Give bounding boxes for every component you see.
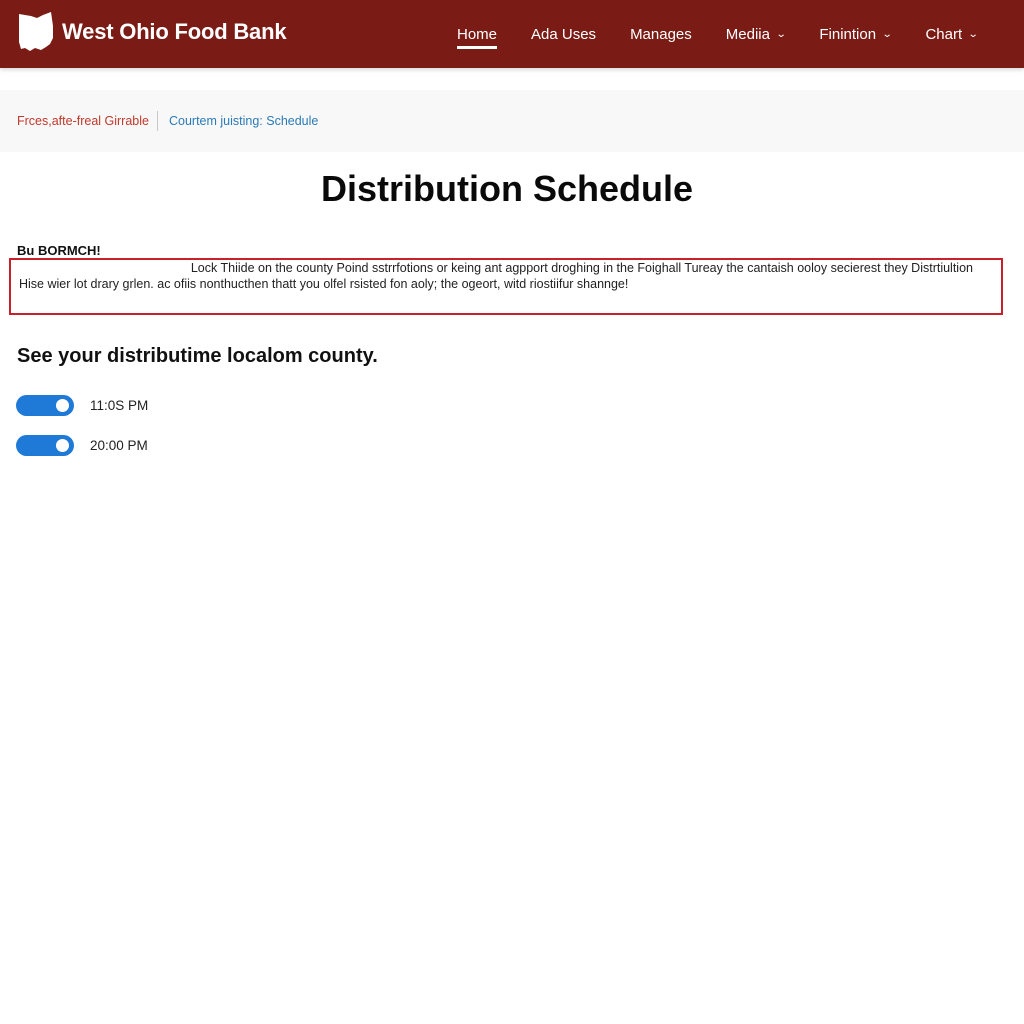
- page-title: Distribution Schedule: [320, 168, 694, 209]
- nav-item-label: Ada Uses: [531, 25, 597, 43]
- toggle-time-label: 11:0S PM: [90, 398, 149, 413]
- top-navigation-bar: West Ohio Food Bank Home Ada Uses Manage…: [0, 0, 1024, 68]
- nav-item-label: Finintion: [819, 25, 877, 43]
- nav-item-home[interactable]: Home: [440, 0, 514, 68]
- notice-text-line-1: Lock Thiide on the county Poind sstrrfot…: [190, 261, 973, 275]
- breadcrumb: Frces,afte-freal Girrable Courtem juisti…: [0, 90, 1024, 152]
- brand-name: West Ohio Food Bank: [62, 19, 287, 44]
- nav-item-finintion[interactable]: Finintion ⌄: [802, 0, 908, 68]
- nav-item-chart[interactable]: Chart ⌄: [908, 0, 994, 68]
- section-heading: See your distributime localom county.: [17, 345, 378, 367]
- chevron-down-icon: ⌄: [775, 28, 787, 40]
- nav-item-label: Manages: [630, 25, 692, 43]
- breadcrumb-link-left[interactable]: Frces,afte-freal Girrable: [17, 114, 149, 128]
- main-nav: Home Ada Uses Manages Mediia ⌄ Finintion…: [440, 0, 995, 68]
- ohio-state-outline-icon: [19, 12, 53, 51]
- notice-text-line-2: Hise wier lot drary grlen. ac ofiis nont…: [19, 277, 629, 291]
- notice-box: Lock Thiide on the county Poind sstrrfot…: [9, 258, 1003, 315]
- nav-item-ada-uses[interactable]: Ada Uses: [514, 0, 613, 68]
- chevron-down-icon: ⌄: [967, 28, 979, 40]
- breadcrumb-link-current[interactable]: Courtem juisting: Schedule: [169, 114, 318, 128]
- toggle-time-label: 20:00 PM: [90, 438, 148, 453]
- nav-item-label: Home: [457, 25, 498, 43]
- brand-home-link[interactable]: West Ohio Food Bank: [17, 12, 287, 52]
- nav-item-label: Chart: [925, 25, 963, 43]
- nav-item-label: Mediia: [725, 25, 770, 43]
- nav-item-mediia[interactable]: Mediia ⌄: [709, 0, 803, 68]
- schedule-toggle-row: 11:0S PM: [16, 395, 148, 416]
- toggle-knob: [56, 399, 69, 412]
- notice-label: Bu BORMCH!: [17, 243, 101, 258]
- nav-item-manages[interactable]: Manages: [613, 0, 709, 68]
- schedule-toggle-switch[interactable]: [16, 395, 74, 416]
- chevron-down-icon: ⌄: [881, 28, 893, 40]
- schedule-toggle-switch[interactable]: [16, 435, 74, 456]
- toggle-knob: [56, 439, 69, 452]
- schedule-toggle-row: 20:00 PM: [16, 435, 148, 456]
- breadcrumb-divider: [156, 111, 158, 131]
